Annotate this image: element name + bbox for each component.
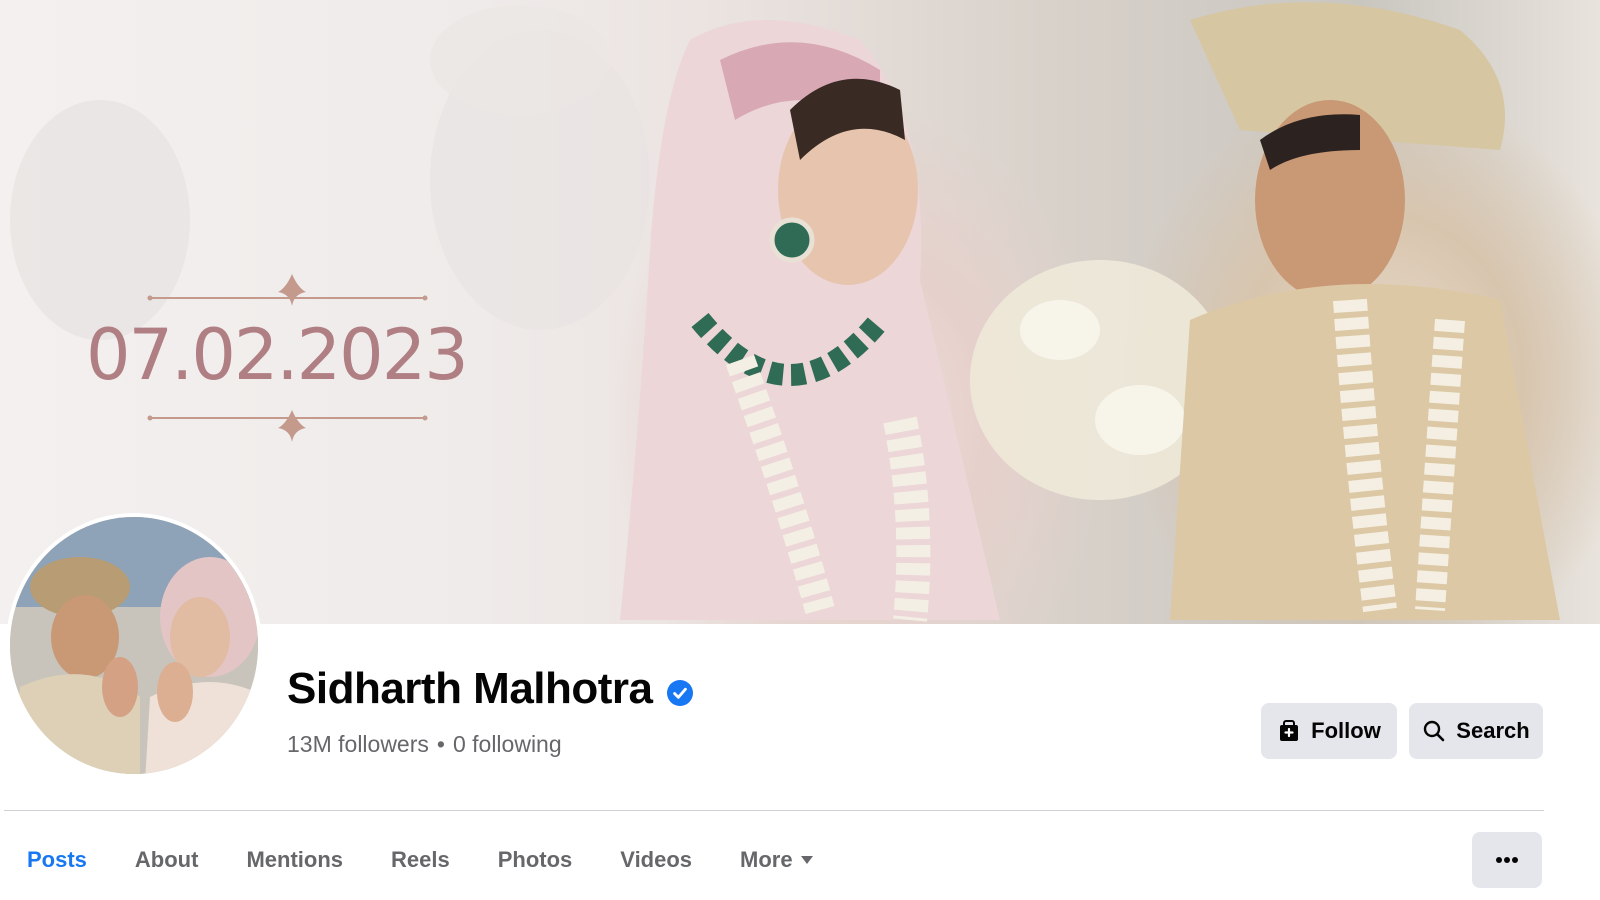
- tab-videos[interactable]: Videos: [596, 830, 716, 890]
- tab-reels[interactable]: Reels: [367, 830, 474, 890]
- profile-stats: 13M followers • 0 following: [287, 731, 562, 758]
- tab-posts[interactable]: Posts: [0, 830, 111, 890]
- verified-badge-icon[interactable]: [666, 680, 693, 706]
- stats-separator: •: [436, 731, 445, 757]
- avatar-photo: [10, 517, 258, 774]
- search-icon: [1424, 720, 1445, 742]
- tab-mentions[interactable]: Mentions: [222, 830, 367, 890]
- ellipsis-icon: [1496, 857, 1518, 863]
- following-count-link[interactable]: 0 following: [453, 731, 562, 758]
- tab-more[interactable]: More: [716, 830, 837, 890]
- profile-tabs: Posts About Mentions Reels Photos Videos…: [0, 830, 837, 890]
- follow-button[interactable]: Follow: [1261, 703, 1397, 759]
- tab-more-label: More: [740, 847, 793, 872]
- cover-date-text: 07.02.2023: [86, 314, 469, 396]
- caret-down-icon: [800, 856, 813, 864]
- more-options-button[interactable]: [1472, 832, 1542, 888]
- followers-count-link[interactable]: 13M followers: [287, 731, 429, 758]
- cover-artwork: [10, 2, 1560, 622]
- profile-name: Sidharth Malhotra: [287, 664, 653, 713]
- follow-button-label: Follow: [1311, 718, 1381, 743]
- cover-photo[interactable]: 07.02.2023: [0, 0, 1600, 624]
- profile-avatar[interactable]: [6, 513, 262, 778]
- profile-name-row: Sidharth Malhotra: [287, 664, 693, 714]
- search-button-label: Search: [1456, 718, 1530, 743]
- tab-photos[interactable]: Photos: [474, 830, 597, 890]
- follow-page-icon: [1280, 720, 1299, 741]
- search-button[interactable]: Search: [1409, 703, 1543, 759]
- tab-about[interactable]: About: [111, 830, 223, 890]
- header-divider: [4, 810, 1544, 811]
